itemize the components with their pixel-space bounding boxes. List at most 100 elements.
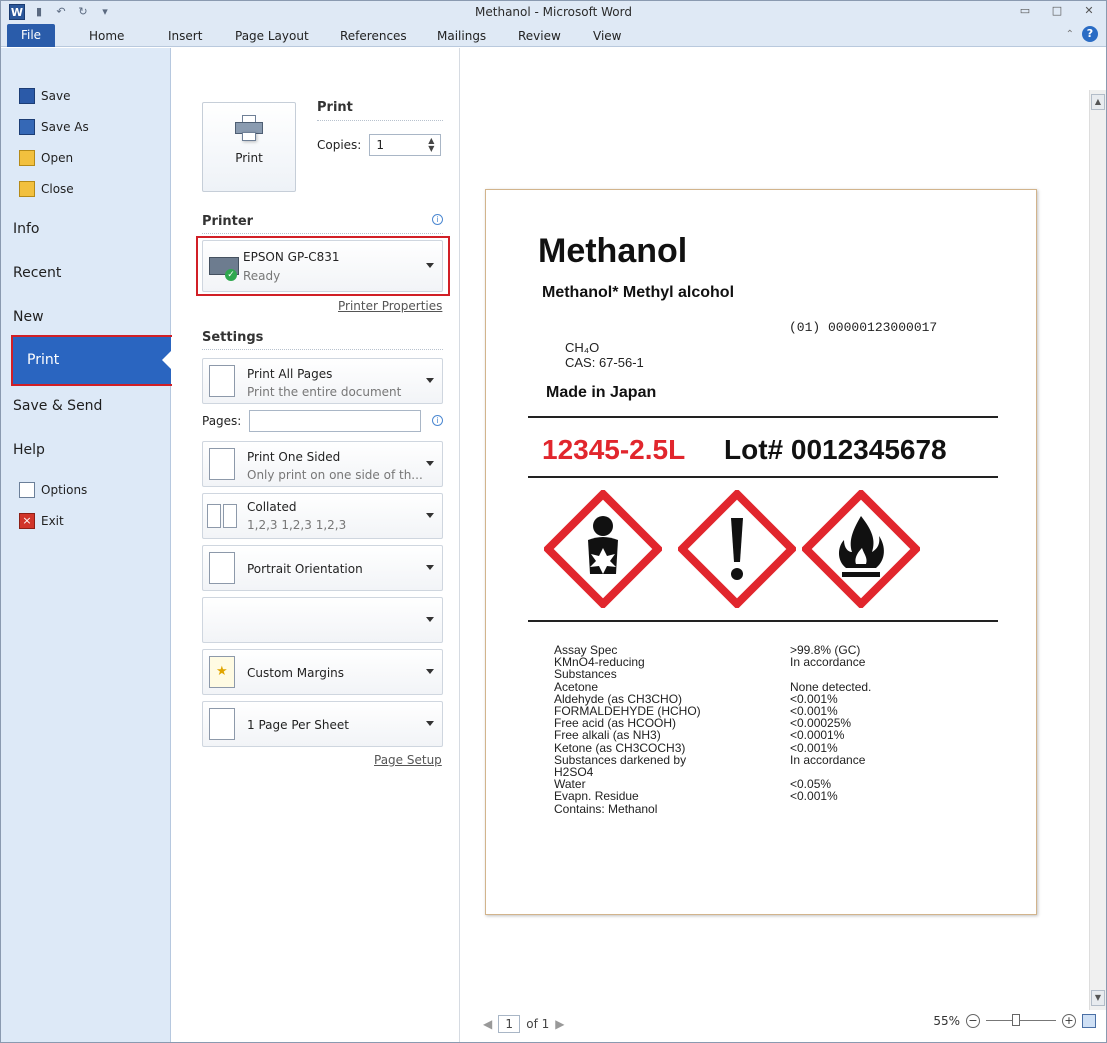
collate-icon [223,504,237,528]
spinner-arrows-icon[interactable]: ▲ ▼ [428,137,434,153]
copies-spinner[interactable]: 1 ▲ ▼ [369,134,442,156]
page-setup-link[interactable]: Page Setup [374,753,442,767]
zoom-slider[interactable] [986,1014,1056,1028]
printer-dropdown[interactable]: ✓ EPSON GP-C831 Ready [202,240,443,292]
page-count: of 1 [526,1017,550,1031]
zoom-out-icon[interactable]: − [966,1014,980,1028]
nav-options[interactable]: Options [19,478,87,502]
scroll-up-icon[interactable]: ▲ [1091,94,1105,110]
nav-info[interactable]: Info [13,221,40,237]
custom-margins-icon: ★ [209,656,235,688]
one-page-icon [209,708,235,740]
tab-insert[interactable]: Insert [168,26,202,46]
ghs-flame-icon [802,490,920,608]
help-icon[interactable]: ? [1082,26,1098,42]
minimize-icon[interactable]: ▭ [1016,3,1034,19]
printer-heading: Printer [202,214,254,229]
nav-save[interactable]: Save [19,84,70,108]
page-navigator: ◀ 1 of 1 ▶ [483,1015,564,1033]
chevron-down-icon [426,669,434,674]
zoom-slider-thumb[interactable] [1012,1014,1020,1026]
minimize-ribbon-icon[interactable]: ⌃ [1066,29,1074,40]
orientation-dropdown[interactable]: Portrait Orientation [202,545,443,591]
info-icon[interactable]: i [432,214,443,225]
collate-icon [207,504,221,528]
settings-heading: Settings [202,330,264,345]
print-settings-panel: Print Print Copies: 1 ▲ ▼ Printer i ✓ EPS… [172,48,458,1042]
doc-made-in: Made in Japan [546,384,657,401]
doc-spec-table: Assay Spec >99.8% (GC) KMnO4-reducing In a… [554,644,940,815]
sided-dropdown[interactable]: Print One Sided Only print on one side o… [202,441,443,487]
nav-save-send[interactable]: Save & Send [13,398,102,414]
tab-view[interactable]: View [593,26,621,46]
window-title: Methanol - Microsoft Word [475,5,632,19]
pages-input[interactable] [249,410,422,432]
doc-subtitle: Methanol* Methyl alcohol [542,284,735,301]
ribbon-help-area: ⌃ ? [1066,26,1098,42]
window-controls: ▭ □ ✕ [1016,3,1098,19]
tab-mailings[interactable]: Mailings [437,26,486,46]
printer-icon [235,115,263,141]
info-icon[interactable]: i [432,415,443,426]
close-icon[interactable]: ✕ [1080,3,1098,19]
chevron-down-icon [426,263,434,268]
star-icon: ★ [216,664,228,679]
tab-file[interactable]: File [7,24,55,47]
doc-product-code: 12345-2.5L [542,434,686,465]
doc-formula: CH₄O [565,340,600,355]
maximize-icon[interactable]: □ [1048,3,1066,19]
exit-icon: × [19,513,35,529]
chevron-down-icon [426,378,434,383]
doc-title: Methanol [538,232,688,270]
nav-exit-label: Exit [41,514,64,528]
chevron-down-icon [426,461,434,466]
nav-new[interactable]: New [13,309,44,325]
previous-page-icon[interactable]: ◀ [483,1017,492,1031]
divider [202,349,443,350]
pages-icon [209,365,235,397]
printer-properties-link[interactable]: Printer Properties [338,299,442,313]
doc-cas: CAS: 67-56-1 [565,355,644,370]
nav-close[interactable]: Close [19,177,74,201]
copies-label: Copies: [317,138,362,152]
pages-label: Pages: [202,414,242,428]
zoom-level[interactable]: 55% [933,1014,960,1028]
tab-references[interactable]: References [340,26,407,46]
next-page-icon[interactable]: ▶ [555,1017,564,1031]
ghs-health-hazard-icon [544,490,662,608]
table-row: Evapn. Residue <0.001% [554,789,838,804]
folder-open-icon [19,150,35,166]
pages-per-sheet-dropdown[interactable]: 1 Page Per Sheet [202,701,443,747]
margins-dropdown[interactable]: ★ Custom Margins [202,649,443,695]
nav-recent[interactable]: Recent [13,265,61,281]
vertical-scrollbar[interactable]: ▲ ▼ [1089,90,1106,1010]
save-as-icon [19,119,35,135]
tab-home[interactable]: Home [89,26,124,46]
nav-save-as[interactable]: Save As [19,115,89,139]
paper-size-dropdown[interactable] [202,597,443,643]
nav-exit[interactable]: × Exit [19,509,64,533]
zoom-in-icon[interactable]: + [1062,1014,1076,1028]
nav-save-label: Save [41,89,71,103]
folder-close-icon [19,181,35,197]
margins-label: Custom Margins [247,666,345,680]
nav-close-label: Close [41,182,74,196]
collate-sub: 1,2,3 1,2,3 1,2,3 [247,518,347,532]
tab-page-layout[interactable]: Page Layout [235,26,309,46]
current-page-input[interactable]: 1 [498,1015,521,1033]
nav-help[interactable]: Help [13,442,45,458]
options-icon [19,482,35,498]
table-row: Acetone None detected. [554,679,872,694]
zoom-to-page-icon[interactable] [1082,1014,1096,1028]
chevron-down-icon [426,513,434,518]
print-button[interactable]: Print [202,102,296,192]
print-range-dropdown[interactable]: Print All Pages Print the entire documen… [202,358,443,404]
doc-divider [528,620,998,622]
save-icon [19,88,35,104]
collate-dropdown[interactable]: Collated 1,2,3 1,2,3 1,2,3 [202,493,443,539]
zoom-control: 55% − + [933,1014,1096,1028]
table-row: H2SO4 [554,765,594,780]
tab-review[interactable]: Review [518,26,561,46]
nav-open[interactable]: Open [19,146,73,170]
nav-print[interactable]: Print [13,335,171,385]
